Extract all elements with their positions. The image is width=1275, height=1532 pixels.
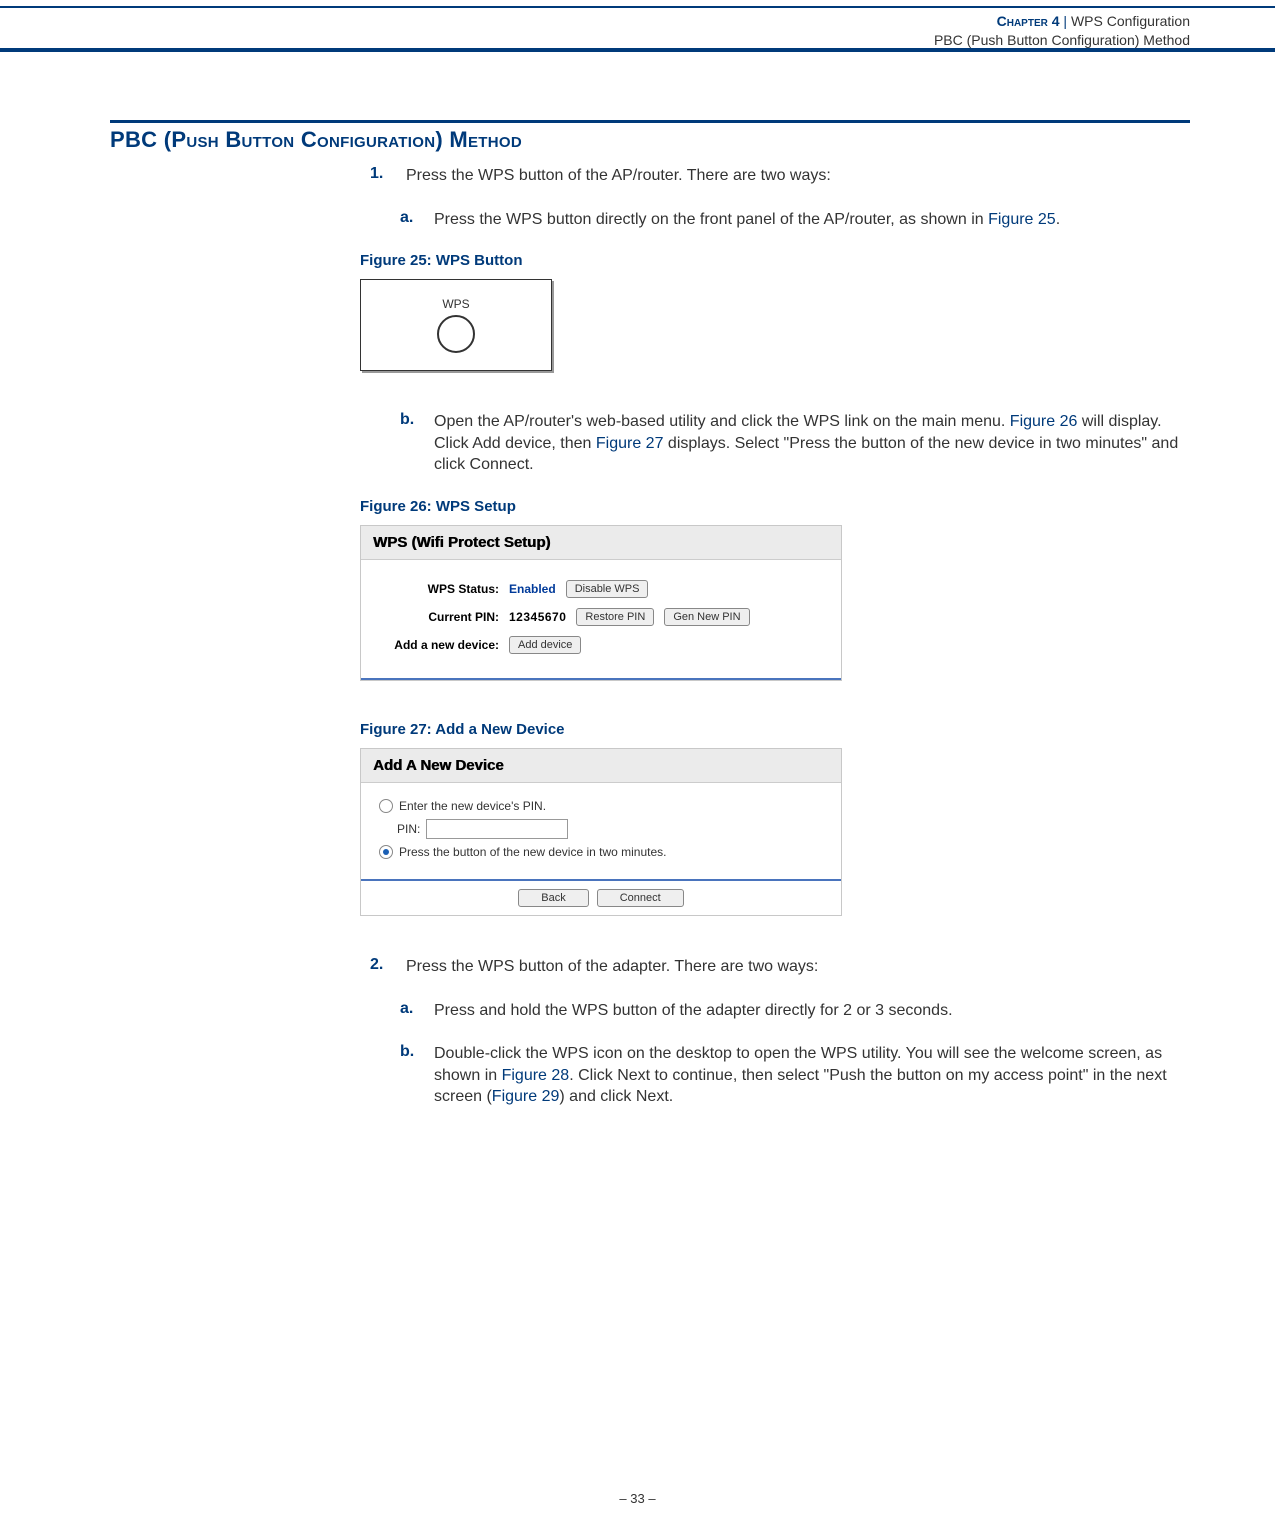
pin-label: PIN: xyxy=(397,822,420,836)
status-label: WPS Status: xyxy=(379,582,499,596)
gen-new-pin-button[interactable]: Gen New PIN xyxy=(664,608,749,626)
top-rule xyxy=(0,6,1275,8)
step-text: Press the WPS button of the AP/router. T… xyxy=(406,165,831,187)
radio-icon xyxy=(379,845,393,859)
sub-letter: b. xyxy=(400,411,422,476)
step-number: 2. xyxy=(370,956,394,978)
content-area: PBC (Push Button Configuration) Method 1… xyxy=(110,120,1190,1130)
sub-text: Open the AP/router's web-based utility a… xyxy=(434,411,1190,476)
add-label: Add a new device: xyxy=(379,638,499,652)
step-2b: b. Double-click the WPS icon on the desk… xyxy=(400,1043,1190,1108)
page-header: Chapter 4 | WPS Configuration PBC (Push … xyxy=(934,12,1190,50)
status-value: Enabled xyxy=(509,582,556,596)
figure-ref-25[interactable]: Figure 25 xyxy=(988,211,1056,228)
figure-ref-28[interactable]: Figure 28 xyxy=(502,1067,570,1084)
sub-text: Double-click the WPS icon on the desktop… xyxy=(434,1043,1190,1108)
step-1b: b. Open the AP/router's web-based utilit… xyxy=(400,411,1190,476)
figure-27-caption: Figure 27: Add a New Device xyxy=(360,721,1190,738)
t3: ) and click Next. xyxy=(559,1088,673,1105)
figure-ref-29[interactable]: Figure 29 xyxy=(492,1088,560,1105)
sub-text: Press the WPS button directly on the fro… xyxy=(434,209,1060,231)
pin-value: 12345670 xyxy=(509,610,566,624)
panel-rule xyxy=(361,678,841,680)
figure-26: WPS (Wifi Protect Setup) WPS Status: Ena… xyxy=(360,525,842,681)
sub-text: Press and hold the WPS button of the ada… xyxy=(434,1000,953,1022)
step-1a: a. Press the WPS button directly on the … xyxy=(400,209,1190,231)
option-push[interactable]: Press the button of the new device in tw… xyxy=(379,845,823,859)
back-button[interactable]: Back xyxy=(518,889,588,907)
option-pin-label: Enter the new device's PIN. xyxy=(399,799,546,813)
section-rule xyxy=(110,120,1190,123)
sub-letter: b. xyxy=(400,1043,422,1108)
panel-title: Add A New Device xyxy=(361,749,841,783)
pin-field-row: PIN: xyxy=(397,819,823,839)
wps-button-label: WPS xyxy=(442,297,469,311)
text-pre: Press the WPS button directly on the fro… xyxy=(434,211,988,228)
restore-pin-button[interactable]: Restore PIN xyxy=(576,608,654,626)
step-number: 1. xyxy=(370,165,394,187)
header-subtitle: PBC (Push Button Configuration) Method xyxy=(934,31,1190,50)
pin-label: Current PIN: xyxy=(379,610,499,624)
header-separator: | xyxy=(1063,13,1067,29)
header-rule xyxy=(0,48,1275,52)
step-1: 1. Press the WPS button of the AP/router… xyxy=(370,165,1190,187)
wps-button-icon xyxy=(437,315,475,353)
figure-27: Add A New Device Enter the new device's … xyxy=(360,748,842,916)
add-row: Add a new device: Add device xyxy=(379,636,823,654)
figure-26-caption: Figure 26: WPS Setup xyxy=(360,498,1190,515)
text-post: . xyxy=(1056,211,1060,228)
figure-25-caption: Figure 25: WPS Button xyxy=(360,252,1190,269)
sub-letter: a. xyxy=(400,1000,422,1022)
sub-letter: a. xyxy=(400,209,422,231)
status-row: WPS Status: Enabled Disable WPS xyxy=(379,580,823,598)
button-row: Back Connect xyxy=(361,881,841,915)
disable-wps-button[interactable]: Disable WPS xyxy=(566,580,649,598)
option-pin[interactable]: Enter the new device's PIN. xyxy=(379,799,823,813)
figure-25: WPS xyxy=(360,279,552,371)
add-device-button[interactable]: Add device xyxy=(509,636,581,654)
option-push-label: Press the button of the new device in tw… xyxy=(399,845,666,859)
pin-input[interactable] xyxy=(426,819,568,839)
figure-ref-26[interactable]: Figure 26 xyxy=(1010,413,1078,430)
chapter-label: Chapter 4 xyxy=(997,13,1060,29)
section-title: PBC (Push Button Configuration) Method xyxy=(110,127,1190,153)
connect-button[interactable]: Connect xyxy=(597,889,684,907)
panel-title: WPS (Wifi Protect Setup) xyxy=(361,526,841,560)
figure-ref-27[interactable]: Figure 27 xyxy=(596,435,664,452)
page-number: – 33 – xyxy=(0,1491,1275,1506)
step-2: 2. Press the WPS button of the adapter. … xyxy=(370,956,1190,978)
t1: Open the AP/router's web-based utility a… xyxy=(434,413,1010,430)
radio-icon xyxy=(379,799,393,813)
step-2a: a. Press and hold the WPS button of the … xyxy=(400,1000,1190,1022)
header-topic: WPS Configuration xyxy=(1071,13,1190,29)
step-text: Press the WPS button of the adapter. The… xyxy=(406,956,818,978)
pin-row: Current PIN: 12345670 Restore PIN Gen Ne… xyxy=(379,608,823,626)
